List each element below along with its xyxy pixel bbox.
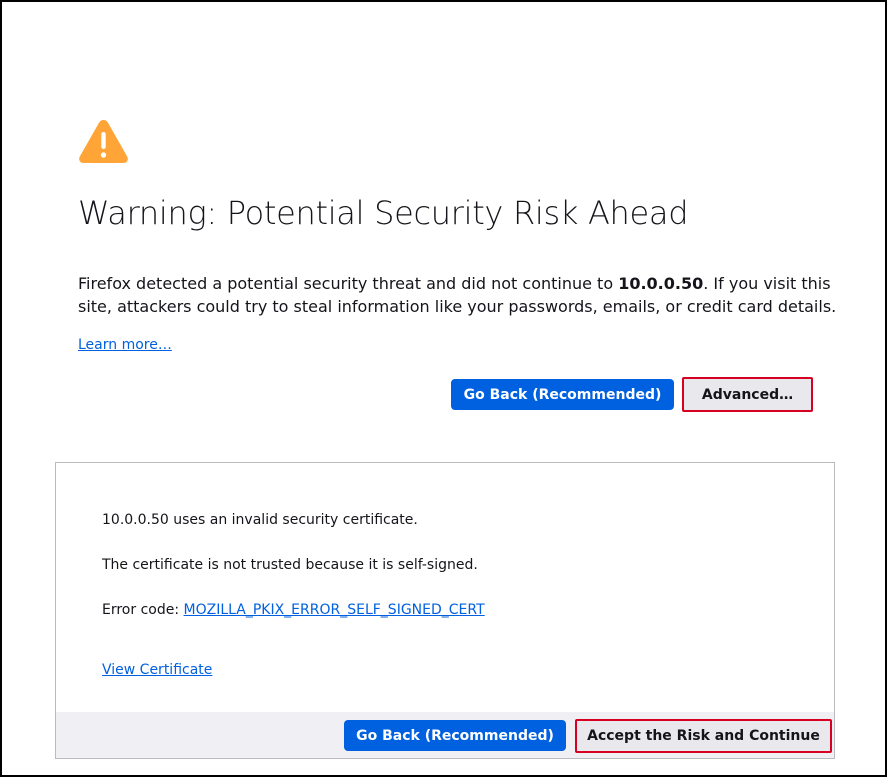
error-description: Firefox detected a potential security th… — [78, 272, 838, 318]
invalid-cert-text: 10.0.0.50 uses an invalid security certi… — [102, 512, 418, 528]
error-page: Warning: Potential Security Risk Ahead F… — [0, 0, 887, 777]
error-code-label: Error code: — [102, 602, 184, 618]
page-title: Warning: Potential Security Risk Ahead — [78, 194, 689, 232]
advanced-button[interactable]: Advanced… — [682, 377, 813, 412]
advanced-panel: 10.0.0.50 uses an invalid security certi… — [55, 462, 835, 759]
learn-more-link[interactable]: Learn more… — [78, 337, 172, 353]
view-certificate-link[interactable]: View Certificate — [102, 662, 212, 678]
target-host: 10.0.0.50 — [618, 274, 704, 293]
advanced-panel-footer: Go Back (Recommended) Accept the Risk an… — [56, 712, 834, 758]
go-back-button[interactable]: Go Back (Recommended) — [451, 379, 674, 410]
not-trusted-text: The certificate is not trusted because i… — [102, 557, 478, 573]
go-back-button-secondary[interactable]: Go Back (Recommended) — [344, 720, 566, 751]
accept-risk-button[interactable]: Accept the Risk and Continue — [575, 719, 832, 753]
view-certificate-line: View Certificate — [102, 662, 212, 678]
error-code-link[interactable]: MOZILLA_PKIX_ERROR_SELF_SIGNED_CERT — [184, 602, 485, 618]
error-code-line: Error code: MOZILLA_PKIX_ERROR_SELF_SIGN… — [102, 602, 485, 618]
warning-triangle-icon — [79, 120, 128, 163]
description-pre: Firefox detected a potential security th… — [78, 274, 619, 293]
